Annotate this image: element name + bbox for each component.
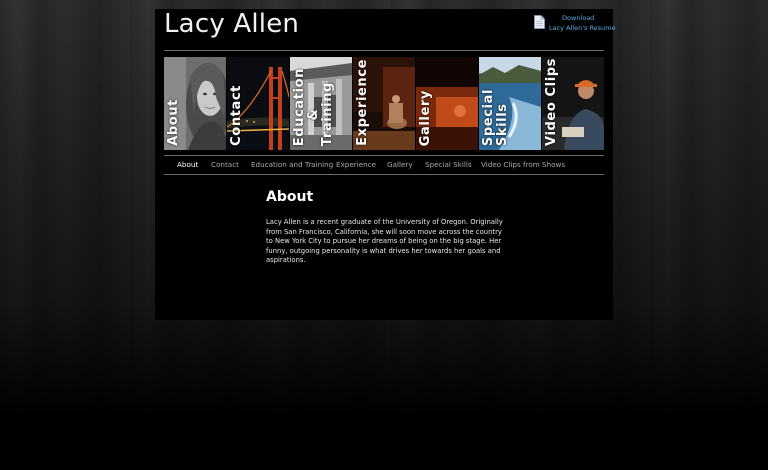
tile-special-skills-label: Special Skills (481, 88, 510, 146)
nav-about[interactable]: About (177, 160, 198, 169)
nav-special-skills[interactable]: Special Skills (425, 160, 472, 169)
nav-gallery[interactable]: Gallery (387, 160, 413, 169)
tile-gallery[interactable]: Gallery (416, 57, 478, 150)
resume-download-link[interactable]: Download Lacy Allen's Resume (534, 14, 616, 38)
tile-contact[interactable]: Contact (227, 57, 289, 150)
content-body: Lacy Allen is a recent graduate of the U… (266, 218, 503, 265)
section-tiles: About Contact Education & Training Exper… (164, 57, 604, 150)
tile-education[interactable]: Education & Training (290, 57, 352, 150)
page-container: Lacy Allen Download Lacy Allen's Resume (155, 9, 616, 320)
tile-video-clips[interactable]: Video Clips (542, 57, 604, 150)
resume-download-label[interactable]: Download (562, 14, 594, 22)
nav-experience[interactable]: Experience (336, 160, 376, 169)
document-icon (534, 15, 545, 29)
tile-special-skills[interactable]: Special Skills (479, 57, 541, 150)
nav-education-and-training[interactable]: Education and Training (251, 160, 333, 169)
main-nav: About Contact Education and Training Exp… (164, 155, 604, 174)
tile-about[interactable]: About (164, 57, 226, 150)
nav-contact[interactable]: Contact (211, 160, 239, 169)
nav-bottom-divider (164, 174, 604, 175)
content-title: About (266, 189, 314, 205)
site-title: Lacy Allen (164, 9, 300, 39)
tile-contact-label: Contact (229, 85, 244, 146)
tile-education-label: Education & Training (292, 67, 335, 146)
tile-gallery-label: Gallery (418, 89, 433, 146)
tile-experience-label: Experience (355, 59, 370, 146)
tile-experience[interactable]: Experience (353, 57, 415, 150)
tile-video-clips-label: Video Clips (544, 58, 559, 146)
nav-video-clips-from-shows[interactable]: Video Clips from Shows (481, 160, 565, 169)
resume-title-label[interactable]: Lacy Allen's Resume (549, 24, 616, 32)
tile-about-label: About (166, 99, 181, 146)
header-divider (164, 50, 604, 51)
